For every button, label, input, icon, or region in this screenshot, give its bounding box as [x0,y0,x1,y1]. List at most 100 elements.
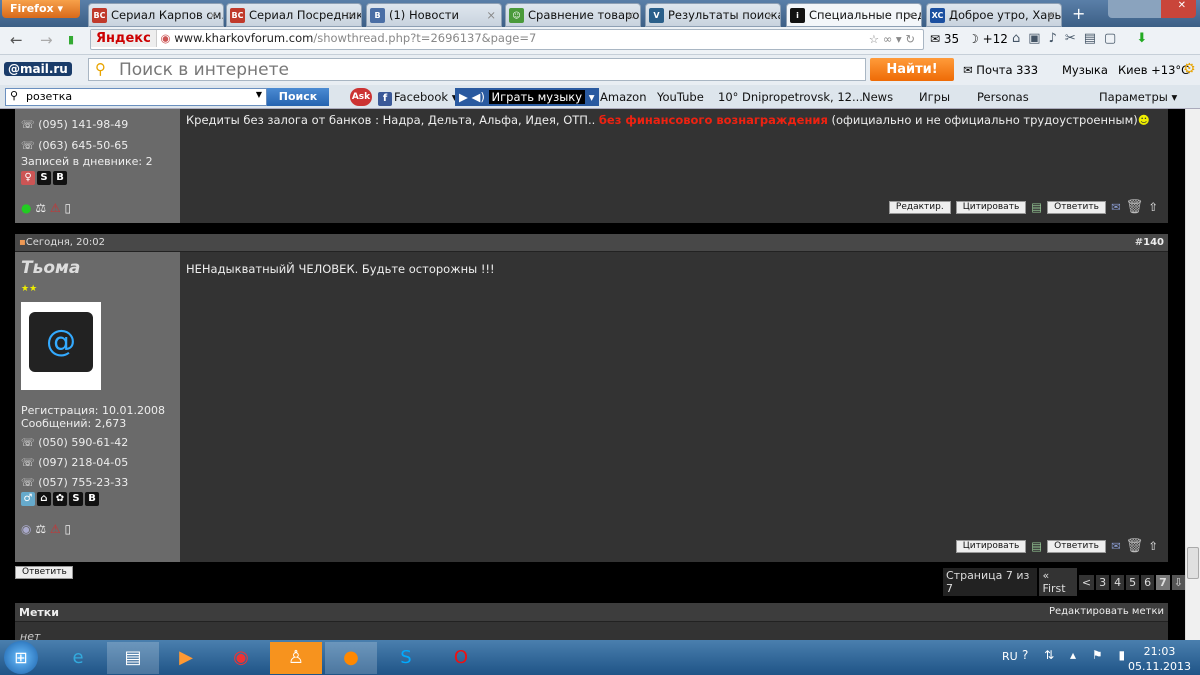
vk-icon[interactable]: B [85,492,99,506]
skype-taskbar-icon[interactable]: S [380,642,432,674]
firefox-icon[interactable]: ● [325,642,377,674]
edit-button[interactable]: Редактир. [888,200,951,214]
close-icon[interactable]: × [625,8,635,22]
back-icon[interactable]: ← [10,31,23,49]
mailru-logo[interactable]: @mail.ru [4,62,72,76]
post1-link[interactable]: Кредиты без залога от банков : Надра, Де… [186,113,595,127]
prev-page-link[interactable]: < [1078,574,1095,590]
close-icon[interactable]: × [208,8,218,22]
clip-icon: ▯ [64,522,72,536]
reply-thread-button[interactable]: Ответить [15,566,73,579]
post1-link-tail[interactable]: (официально и не официально трудоустроен… [832,113,1138,127]
media-player-icon[interactable]: ▶ [160,642,212,674]
parameters-menu[interactable]: Параметры ▾ [1099,90,1177,104]
browser-tab[interactable]: ВС Сериал Карпов см... × [88,3,224,27]
diary-link[interactable]: 2 [146,155,153,168]
first-page-link[interactable]: « First [1039,568,1077,596]
quote-button[interactable]: Цитировать [955,539,1027,553]
browser-tab[interactable]: ВС Сериал Посредник... × [226,3,362,27]
bookmark-games[interactable]: Игры [919,90,950,104]
home-icon[interactable]: ⌂ [37,492,51,506]
pm-icon[interactable]: ✉ [1111,200,1121,214]
find-button[interactable]: Найти! [870,58,954,81]
close-icon[interactable]: × [1046,8,1056,22]
browser-tab[interactable]: V Результаты поиска ...× [645,3,781,27]
opera-icon[interactable]: O [435,642,487,674]
bookmark-star-icon[interactable]: ☆ ∞ ▾ ↻ [869,32,915,46]
quote-button[interactable]: Цитировать [955,200,1027,214]
tray-icons[interactable]: ? ⇅ ▴ ⚑ ▮ [1022,648,1131,662]
reply-button[interactable]: Ответить [1047,539,1106,553]
scales-icon[interactable]: ⚖ [35,201,46,215]
tags-title[interactable]: Метки [19,606,59,619]
close-icon[interactable]: × [486,8,496,22]
odnoklassniki-icon[interactable]: ♙ [270,642,322,674]
top-icon[interactable]: ⇧ [1148,539,1158,553]
page-link[interactable]: 5 [1126,574,1140,590]
trash-icon[interactable]: 🗑 [1126,199,1144,215]
multiquote-icon[interactable]: ▤ [1031,539,1042,553]
close-icon[interactable]: × [346,8,356,22]
warning-icon[interactable]: ⚠ [50,201,61,215]
skype-icon[interactable]: S [37,171,51,185]
ask-icon[interactable]: Ask [350,88,372,106]
multiquote-icon[interactable]: ▤ [1031,200,1042,214]
post-number-link[interactable]: 140 [1143,237,1164,248]
bookmark-facebook[interactable]: f Facebook ▾ [378,90,457,106]
clock[interactable]: 21:03 05.11.2013 [1128,644,1191,674]
scales-icon[interactable]: ⚖ [35,522,46,536]
close-icon[interactable]: × [906,8,916,22]
chevron-down-icon[interactable]: ▼ [256,90,262,99]
vertical-scrollbar[interactable] [1185,109,1200,640]
edit-tags-link[interactable]: Редактировать метки [1049,606,1164,617]
new-tab-button[interactable]: + [1072,4,1085,23]
pm-icon[interactable]: ✉ [1111,539,1121,553]
avatar[interactable]: @ [21,302,101,390]
top-icon[interactable]: ⇧ [1148,200,1158,214]
mail-icon[interactable]: ✉ 35 [930,32,959,46]
username-link[interactable]: Тьома [21,258,80,278]
page-link[interactable]: 6 [1141,574,1155,590]
scrollbar-thumb[interactable] [1187,547,1199,579]
page-link[interactable]: 4 [1111,574,1125,590]
bookmark-youtube[interactable]: YouTube [657,90,704,104]
bookmark-amazon[interactable]: Amazon [600,90,646,104]
page-menu-icon[interactable]: ⇩ [1171,574,1185,590]
toolbar-search-button[interactable]: Поиск [267,88,329,106]
mail-link[interactable]: ✉ Почта 333 [963,63,1038,77]
url-bar[interactable]: Яндекс ◉ www.kharkovforum.com/showthread… [90,29,924,50]
bookmark-personas[interactable]: Personas [977,90,1029,104]
toolbar-icons[interactable]: ⌂▣♪✂▤▢ ⬇ [1012,31,1155,46]
internet-search-input[interactable]: Поиск в интернете ⚲ [88,58,866,81]
play-music-widget[interactable]: ▶ ◀) Играть музыку ▾ [455,88,599,106]
page-link[interactable]: 3 [1096,574,1110,590]
weather-small[interactable]: ☽ +12 [968,32,1008,46]
ie-icon[interactable]: e [52,642,104,674]
post1-link-red[interactable]: без финансового вознаграждения [599,113,828,127]
language-indicator[interactable]: RU [1002,650,1018,663]
reply-button[interactable]: Ответить [1047,200,1106,214]
bookmark-news[interactable]: News [862,90,893,104]
browser-tab[interactable]: В (1) Новости × [366,3,502,27]
warning-icon[interactable]: ⚠ [50,522,61,536]
window-controls[interactable]: ✕ [1108,0,1196,18]
toolbar-search-input[interactable]: ⚲ розетка ▼ [5,88,267,106]
skype-icon[interactable]: S [69,492,83,506]
bookmark-weather[interactable]: 10° Dnipropetrovsk, 12... [718,90,863,104]
vk-icon[interactable]: B [53,171,67,185]
trash-icon[interactable]: 🗑 [1126,538,1144,554]
firefox-menu-button[interactable]: Firefox ▾ [2,0,80,18]
chrome-icon[interactable]: ◉ [215,642,267,674]
browser-tab[interactable]: ☺ Сравнение товаров...× [505,3,641,27]
music-link[interactable]: Музыка [1062,63,1108,77]
site-icon: ◉ [160,31,171,45]
browser-tab[interactable]: XC Доброе утро, Харь... × [926,3,1062,27]
close-icon[interactable]: × [765,8,775,22]
explorer-icon[interactable]: ▤ [107,642,159,674]
forward-icon[interactable]: → [40,31,53,49]
settings-gear-icon[interactable]: ⚙ [1183,61,1196,77]
weather-link[interactable]: Киев +13°C [1118,63,1189,77]
icq-icon[interactable]: ✿ [53,492,67,506]
browser-tab[interactable]: i Специальные пред...× [786,3,922,27]
start-button[interactable]: ⊞ [4,641,38,674]
